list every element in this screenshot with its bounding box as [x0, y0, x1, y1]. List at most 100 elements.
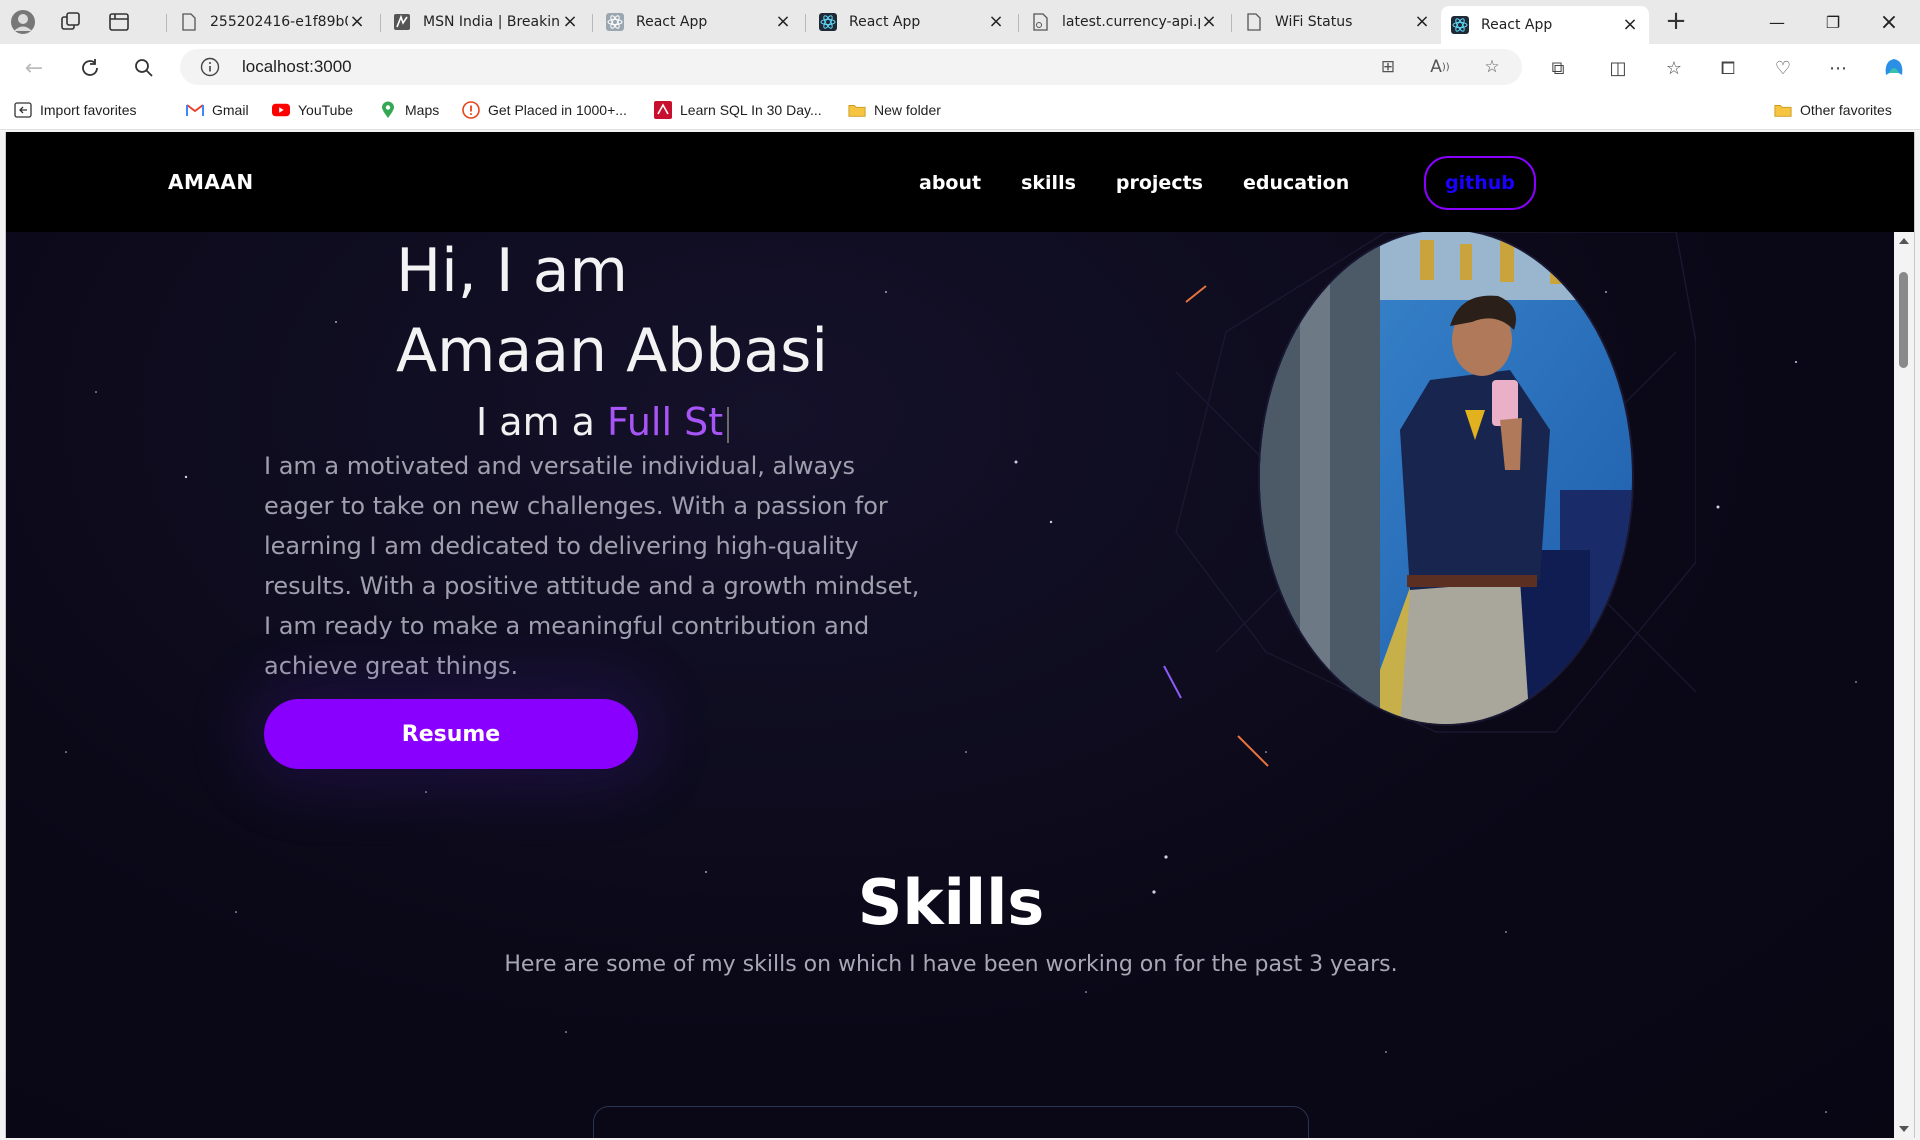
url-text[interactable]: localhost:3000	[242, 57, 352, 77]
link-file-icon	[1032, 13, 1050, 31]
copilot-icon[interactable]	[1878, 52, 1910, 84]
tab-label: MSN India | Breakin	[423, 14, 560, 30]
folder-icon	[1774, 101, 1792, 119]
profile-avatar-icon[interactable]	[8, 7, 38, 37]
sql-icon	[654, 101, 672, 119]
bookmark-learn-sql[interactable]: Learn SQL In 30 Day...	[654, 99, 822, 121]
tab-1[interactable]: MSN India | Breakin ×	[383, 6, 589, 38]
extensions-icon[interactable]: ⧉	[1542, 52, 1574, 84]
address-bar[interactable]: localhost:3000 ⊞ A)) ☆	[180, 49, 1522, 85]
close-icon[interactable]: ×	[1200, 13, 1218, 31]
hero-section: Hi, I am Amaan Abbasi I am a Full St I a…	[6, 228, 1914, 1138]
github-button[interactable]: github	[1424, 156, 1536, 210]
close-icon[interactable]: ×	[348, 13, 366, 31]
profile-photo	[1258, 228, 1634, 726]
scroll-up-arrow-icon[interactable]	[1899, 238, 1909, 244]
tab-6-active[interactable]: React App ×	[1441, 6, 1649, 44]
tab-2[interactable]: React App ×	[596, 6, 802, 38]
bookmark-gmail[interactable]: Gmail	[186, 99, 249, 121]
site-info-icon[interactable]	[200, 57, 220, 77]
maps-icon	[379, 101, 397, 119]
react-icon	[819, 13, 837, 31]
tab-3[interactable]: React App ×	[809, 6, 1015, 38]
window-close-icon[interactable]: ×	[1861, 0, 1917, 44]
new-tab-plus-icon[interactable]: +	[1662, 8, 1690, 36]
file-icon	[180, 13, 198, 31]
close-icon[interactable]: ×	[561, 13, 579, 31]
site-navbar: AMAAN about skills projects education gi…	[6, 132, 1914, 232]
scrollbar-thumb[interactable]	[1899, 272, 1908, 368]
bookmark-label: New folder	[874, 102, 941, 118]
close-icon[interactable]: ×	[774, 13, 792, 31]
skills-heading: Skills	[857, 866, 1045, 939]
role-typed-text: Full St	[607, 400, 724, 444]
browser-essentials-icon[interactable]: ♡	[1767, 52, 1799, 84]
read-aloud-icon[interactable]: A))	[1428, 55, 1452, 79]
bookmark-get-placed[interactable]: Get Placed in 1000+...	[462, 99, 627, 121]
gmail-icon	[186, 101, 204, 119]
react-icon	[606, 13, 624, 31]
nav-link-about[interactable]: about	[919, 172, 981, 194]
favorites-icon[interactable]: ☆	[1658, 52, 1690, 84]
page-scrollbar[interactable]	[1894, 232, 1914, 1138]
nav-link-projects[interactable]: projects	[1116, 172, 1203, 194]
back-icon[interactable]: ←	[18, 52, 50, 84]
bookmark-maps[interactable]: Maps	[379, 99, 439, 121]
bookmark-new-folder[interactable]: New folder	[848, 99, 941, 121]
refresh-icon[interactable]	[74, 52, 106, 84]
hero-name: Amaan Abbasi	[396, 316, 829, 386]
tab-5[interactable]: WiFi Status ×	[1235, 6, 1441, 38]
resume-button[interactable]: Resume	[264, 699, 638, 769]
close-icon[interactable]: ×	[1413, 13, 1431, 31]
bookmark-label: Get Placed in 1000+...	[488, 102, 627, 118]
search-icon[interactable]	[128, 52, 160, 84]
hero-description: I am a motivated and versatile individua…	[264, 452, 920, 680]
tab-label: WiFi Status	[1275, 14, 1353, 30]
other-favorites[interactable]: Other favorites	[1774, 99, 1892, 121]
bookmark-label: Other favorites	[1800, 102, 1892, 118]
collections-icon[interactable]: ⧠	[1712, 52, 1744, 84]
typing-cursor	[727, 406, 730, 443]
skills-card	[593, 1106, 1309, 1138]
app-available-icon[interactable]: ⊞	[1376, 55, 1400, 79]
hero-role: I am a Full St	[476, 400, 730, 444]
favorite-star-icon[interactable]: ☆	[1480, 55, 1504, 79]
react-icon	[1451, 16, 1469, 34]
bookmark-label: YouTube	[298, 102, 354, 118]
tab-4[interactable]: latest.currency-api.p ×	[1022, 6, 1228, 38]
more-options-icon[interactable]: ⋯	[1822, 52, 1854, 84]
restore-icon[interactable]: ❐	[1805, 0, 1861, 44]
tab-label: latest.currency-api.p	[1062, 14, 1200, 30]
address-toolbar: ← localhost:3000 ⊞ A)) ☆ ⧉ ◫ ☆ ⧠ ♡ ⋯	[0, 44, 1920, 90]
tab-label: React App	[636, 14, 708, 30]
tab-label: React App	[849, 14, 921, 30]
import-icon	[14, 101, 32, 119]
alert-icon	[462, 101, 480, 119]
nav-link-education[interactable]: education	[1243, 172, 1349, 194]
tab-label: 255202416-e1f89b0	[210, 14, 348, 30]
close-icon[interactable]: ×	[1621, 16, 1639, 34]
bookmark-label: Import favorites	[40, 102, 137, 118]
bookmark-label: Maps	[405, 102, 440, 118]
bookmark-label: Gmail	[212, 102, 249, 118]
nav-link-skills[interactable]: skills	[1021, 172, 1076, 194]
split-screen-icon[interactable]: ◫	[1602, 52, 1634, 84]
minimize-icon[interactable]: —	[1749, 0, 1805, 44]
tab-actions-icon[interactable]	[104, 7, 134, 37]
skills-subtitle: Here are some of my skills on which I ha…	[504, 952, 1398, 977]
close-icon[interactable]: ×	[987, 13, 1005, 31]
workspaces-icon[interactable]	[56, 7, 86, 37]
favorites-bar: Import favorites Gmail YouTube Maps Get …	[0, 90, 1920, 130]
bookmark-label: Learn SQL In 30 Day...	[680, 102, 822, 118]
bookmark-youtube[interactable]: YouTube	[272, 99, 353, 121]
bookmark-import-favorites[interactable]: Import favorites	[14, 99, 136, 121]
nav-links: about skills projects education	[919, 172, 1349, 194]
tab-0[interactable]: 255202416-e1f89b0 ×	[170, 6, 376, 38]
file-icon	[1245, 13, 1263, 31]
scroll-down-arrow-icon[interactable]	[1899, 1126, 1909, 1132]
page-viewport: AMAAN about skills projects education gi…	[5, 132, 1915, 1138]
site-logo[interactable]: AMAAN	[168, 170, 254, 194]
tab-label: React App	[1481, 17, 1553, 33]
role-prefix: I am a	[476, 400, 608, 444]
browser-tab-strip: 255202416-e1f89b0 × MSN India | Breakin …	[0, 0, 1920, 44]
